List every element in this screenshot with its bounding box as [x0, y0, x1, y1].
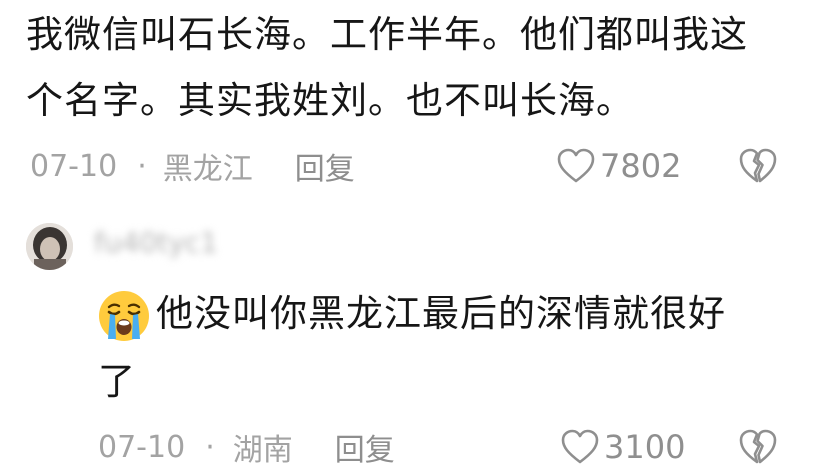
username[interactable]: fu40tyc1 [94, 226, 218, 259]
comment-text-line: 他没叫你黑龙江最后的深情就很好 [156, 292, 726, 335]
like-count: 3100 [604, 428, 686, 466]
meta-separator: · [137, 148, 147, 184]
comment-location: 湖南 [232, 433, 293, 468]
broken-heart-icon[interactable] [738, 146, 778, 186]
like-count: 7802 [600, 147, 682, 185]
comment-text-line: 我微信叫石长海。工作半年。他们都叫我这 [26, 13, 748, 56]
comment-date: 07-10 [98, 429, 186, 465]
comment-text-line: 了 [98, 360, 136, 403]
comment-meta: 07-10 · 湖南 回复 [98, 425, 395, 469]
reply-button[interactable]: 回复 [295, 144, 355, 188]
heart-outline-icon [561, 429, 599, 464]
comment-date: 07-10 [30, 148, 118, 184]
comment-location: 黑龙江 [162, 152, 253, 187]
heart-outline-icon [557, 148, 595, 183]
like-button[interactable]: 3100 [560, 427, 685, 467]
broken-heart-icon[interactable] [738, 427, 778, 467]
comment-text-line: 个名字。其实我姓刘。也不叫长海。 [26, 79, 634, 122]
like-button[interactable]: 7802 [556, 146, 681, 186]
loudly-crying-face-emoji [99, 291, 149, 341]
meta-separator: · [205, 429, 215, 465]
reply-button[interactable]: 回复 [335, 425, 395, 469]
avatar[interactable] [26, 223, 73, 270]
comment-meta: 07-10 · 黑龙江 回复 [30, 144, 355, 188]
